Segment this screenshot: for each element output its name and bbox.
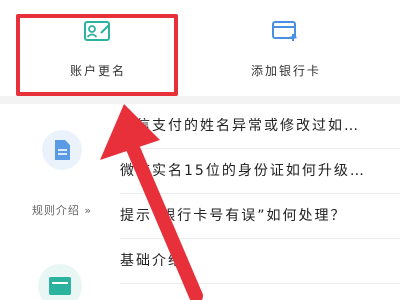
card-icon	[38, 264, 82, 300]
wallet-help-screen: 账户更名 添加银行卡 规则介绍 » 微信支付的姓名异常或修改过如… 微信实名15…	[0, 0, 400, 300]
rules-intro-label: 规则介绍 »	[31, 204, 93, 217]
add-bank-card-label: 添加银行卡	[250, 64, 321, 78]
document-icon	[42, 130, 82, 170]
faq-item[interactable]: 基础介绍	[120, 239, 400, 284]
rules-intro-category[interactable]: 规则介绍 »	[18, 130, 106, 220]
account-rename-button[interactable]: 账户更名	[18, 10, 178, 86]
account-rename-label: 账户更名	[69, 64, 126, 78]
quick-actions-card: 账户更名 添加银行卡	[0, 0, 400, 96]
faq-item[interactable]: 微信实名15位的身份证如何升级…	[120, 149, 400, 194]
faq-item[interactable]: 微信支付的姓名异常或修改过如…	[120, 104, 400, 149]
faq-list: 微信支付的姓名异常或修改过如… 微信实名15位的身份证如何升级… 提示“银行卡号…	[120, 104, 400, 284]
add-bank-card-button[interactable]: 添加银行卡	[206, 10, 366, 86]
faq-item[interactable]: 提示“银行卡号有误”如何处理？	[120, 194, 400, 239]
help-topics-card: 规则介绍 » 微信支付的姓名异常或修改过如… 微信实名15位的身份证如何升级… …	[0, 104, 400, 300]
bank-card-add-icon	[272, 20, 300, 42]
id-card-edit-icon	[84, 20, 112, 42]
